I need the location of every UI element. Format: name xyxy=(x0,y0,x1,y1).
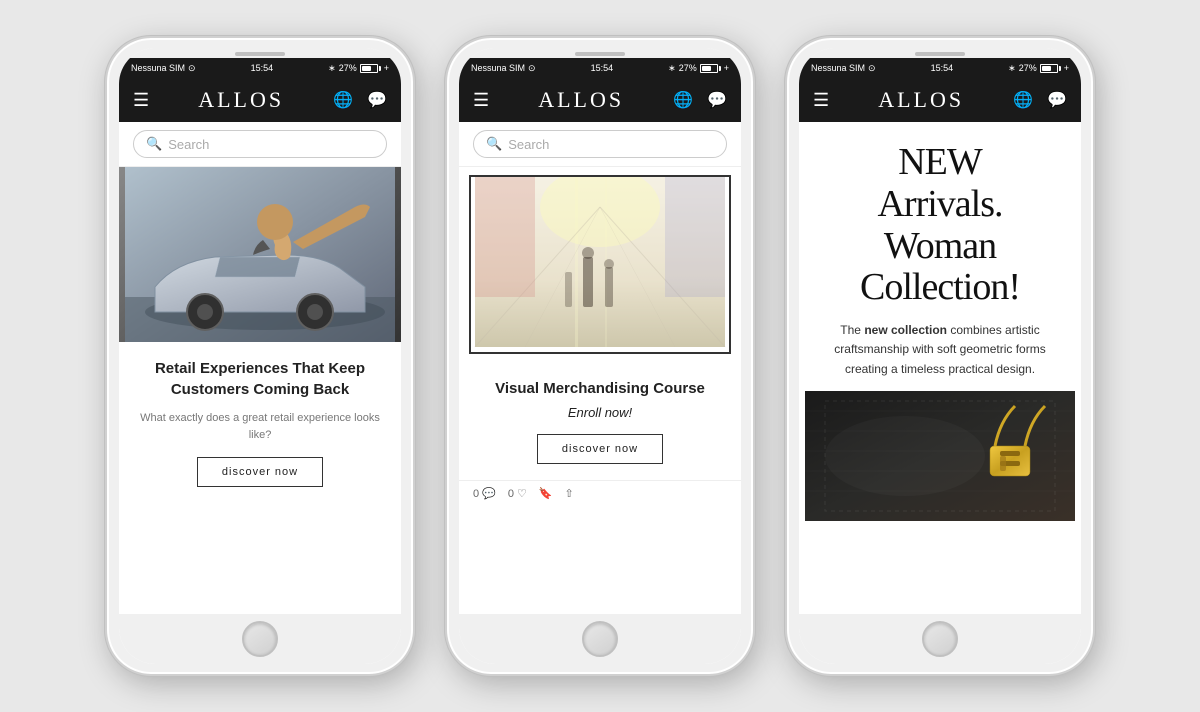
car-image-1 xyxy=(119,167,401,342)
status-bar-2: Nessuna SIM ⊙ 15:54 ∗ 27% + xyxy=(459,58,741,78)
carrier-1: Nessuna SIM xyxy=(131,63,185,73)
bookmark-icon[interactable]: 🔖 xyxy=(539,487,553,500)
app-title-3: ALLOS xyxy=(878,87,964,113)
chat-icon-2[interactable]: 💬 xyxy=(707,90,727,110)
article-desc-1: What exactly does a great retail experie… xyxy=(133,410,387,443)
speaker-2 xyxy=(575,52,625,56)
search-input-2[interactable]: 🔍 Search xyxy=(473,130,727,158)
status-bar-1: Nessuna SIM ⊙ 15:54 ∗ 27% + xyxy=(119,58,401,78)
discover-btn-1[interactable]: discover now xyxy=(197,457,323,487)
time-1: 15:54 xyxy=(251,63,274,73)
comment-icon: 💬 xyxy=(482,487,496,500)
home-btn-circle-2[interactable] xyxy=(582,621,618,657)
app-title-2: ALLOS xyxy=(538,87,624,113)
heart-icon: ♡ xyxy=(517,487,527,500)
globe-icon-1[interactable]: 🌐 xyxy=(333,90,353,110)
app-title-1: ALLOS xyxy=(198,87,284,113)
globe-icon-3[interactable]: 🌐 xyxy=(1013,90,1033,110)
collection-desc-3: The new collection combines artistic cra… xyxy=(815,321,1065,379)
chat-icon-3[interactable]: 💬 xyxy=(1047,90,1067,110)
wifi-icon-2: ⊙ xyxy=(528,63,536,74)
home-button-1 xyxy=(119,614,401,664)
header-icons-2: 🌐 💬 xyxy=(673,90,727,110)
search-icon-2: 🔍 xyxy=(486,136,502,152)
search-bar-1: 🔍 Search xyxy=(119,122,401,167)
battery-icon-3 xyxy=(1040,64,1061,73)
phone-3: Nessuna SIM ⊙ 15:54 ∗ 27% + ☰ ALLOS xyxy=(785,36,1095,676)
discover-btn-2[interactable]: discover now xyxy=(537,434,663,464)
screen-content-2: Visual Merchandising Course Enroll now! … xyxy=(459,167,741,614)
chat-icon-1[interactable]: 💬 xyxy=(367,90,387,110)
search-icon-1: 🔍 xyxy=(146,136,162,152)
article-text-1: Retail Experiences That Keep Customers C… xyxy=(119,342,401,503)
comment-action[interactable]: 0 💬 xyxy=(473,487,496,500)
desc-bold: new collection xyxy=(864,323,947,337)
battery-text-3: 27% xyxy=(1019,63,1037,73)
search-input-1[interactable]: 🔍 Search xyxy=(133,130,387,158)
wifi-icon-1: ⊙ xyxy=(188,63,196,74)
phone-3-top xyxy=(799,48,1081,58)
menu-icon-1[interactable]: ☰ xyxy=(133,90,149,111)
phone-1-top xyxy=(119,48,401,58)
time-2: 15:54 xyxy=(591,63,614,73)
article-title-1: Retail Experiences That Keep Customers C… xyxy=(133,358,387,400)
search-bar-2: 🔍 Search xyxy=(459,122,741,167)
phone-1: Nessuna SIM ⊙ 15:54 ∗ 27% + ☰ ALLOS xyxy=(105,36,415,676)
phone-1-screen: Nessuna SIM ⊙ 15:54 ∗ 27% + ☰ ALLOS xyxy=(119,48,401,664)
bluetooth-icon-3: ∗ xyxy=(1008,63,1016,74)
battery-text-2: 27% xyxy=(679,63,697,73)
bag-image-3 xyxy=(799,391,1081,526)
screen-content-3: NEWArrivals.WomanCollection! The new col… xyxy=(799,122,1081,614)
post-actions-2: 0 💬 0 ♡ 🔖 ⇧ xyxy=(459,480,741,506)
course-title-2: Visual Merchandising Course xyxy=(473,378,727,399)
home-btn-circle-1[interactable] xyxy=(242,621,278,657)
bluetooth-icon-1: ∗ xyxy=(328,63,336,74)
wifi-icon-3: ⊙ xyxy=(868,63,876,74)
battery-text-1: 27% xyxy=(339,63,357,73)
mall-image-2 xyxy=(469,175,731,354)
home-button-2 xyxy=(459,614,741,664)
phone-2-screen: Nessuna SIM ⊙ 15:54 ∗ 27% + ☰ ALLOS xyxy=(459,48,741,664)
status-bar-3: Nessuna SIM ⊙ 15:54 ∗ 27% + xyxy=(799,58,1081,78)
phone-2: Nessuna SIM ⊙ 15:54 ∗ 27% + ☰ ALLOS xyxy=(445,36,755,676)
carrier-3: Nessuna SIM xyxy=(811,63,865,73)
course-text-2: Visual Merchandising Course Enroll now! … xyxy=(459,362,741,480)
desc-pre: The xyxy=(840,323,864,337)
battery-icon-2 xyxy=(700,64,721,73)
collection-title-3: NEWArrivals.WomanCollection! xyxy=(815,142,1065,309)
search-placeholder-2: Search xyxy=(508,137,549,152)
battery-icon-1 xyxy=(360,64,381,73)
comment-count: 0 xyxy=(473,488,479,500)
time-3: 15:54 xyxy=(931,63,954,73)
phones-container: Nessuna SIM ⊙ 15:54 ∗ 27% + ☰ ALLOS xyxy=(85,16,1115,696)
menu-icon-3[interactable]: ☰ xyxy=(813,90,829,111)
speaker-3 xyxy=(915,52,965,56)
like-action[interactable]: 0 ♡ xyxy=(508,487,527,500)
course-enroll-2: Enroll now! xyxy=(473,405,727,420)
phone-2-top xyxy=(459,48,741,58)
bluetooth-icon-2: ∗ xyxy=(668,63,676,74)
header-icons-1: 🌐 💬 xyxy=(333,90,387,110)
app-header-2: ☰ ALLOS 🌐 💬 xyxy=(459,78,741,122)
like-count: 0 xyxy=(508,488,514,500)
charging-icon-3: + xyxy=(1064,63,1069,73)
share-icon[interactable]: ⇧ xyxy=(565,487,574,500)
search-placeholder-1: Search xyxy=(168,137,209,152)
collection-content-3: NEWArrivals.WomanCollection! The new col… xyxy=(799,122,1081,391)
carrier-2: Nessuna SIM xyxy=(471,63,525,73)
screen-content-1: Retail Experiences That Keep Customers C… xyxy=(119,167,401,614)
speaker-1 xyxy=(235,52,285,56)
charging-icon-2: + xyxy=(724,63,729,73)
app-header-1: ☰ ALLOS 🌐 💬 xyxy=(119,78,401,122)
menu-icon-2[interactable]: ☰ xyxy=(473,90,489,111)
home-btn-circle-3[interactable] xyxy=(922,621,958,657)
charging-icon-1: + xyxy=(384,63,389,73)
phone-3-screen: Nessuna SIM ⊙ 15:54 ∗ 27% + ☰ ALLOS xyxy=(799,48,1081,664)
app-header-3: ☰ ALLOS 🌐 💬 xyxy=(799,78,1081,122)
home-button-3 xyxy=(799,614,1081,664)
globe-icon-2[interactable]: 🌐 xyxy=(673,90,693,110)
header-icons-3: 🌐 💬 xyxy=(1013,90,1067,110)
